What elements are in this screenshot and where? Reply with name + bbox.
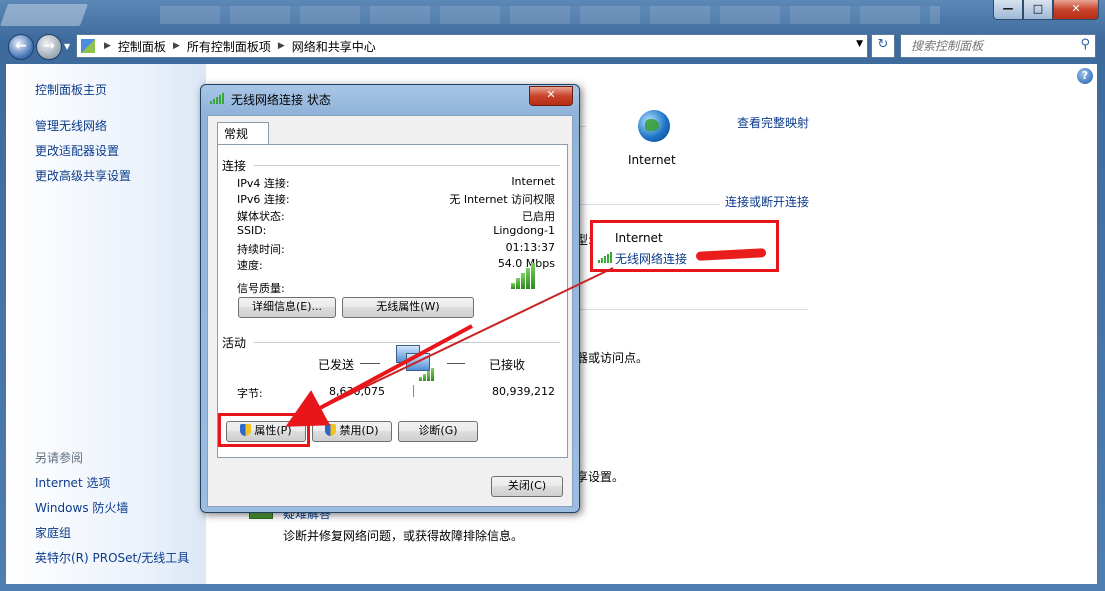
caption-buttons: — □ ✕ bbox=[993, 0, 1099, 20]
setup-router-text: 器或访问点。 bbox=[576, 351, 649, 365]
chevron-right-icon[interactable]: ▶ bbox=[275, 41, 288, 51]
navigation-bar: ← → ▼ ▶ 控制面板 ▶ 所有控制面板项 ▶ 网络和共享中心 ▼ ↻ ⚲ bbox=[0, 32, 1105, 60]
minimize-button[interactable]: — bbox=[993, 0, 1023, 20]
general-tab-panel: 连接 IPv4 连接: Internet IPv6 连接: 无 Internet… bbox=[217, 144, 568, 458]
back-button[interactable]: ← bbox=[8, 34, 34, 60]
tab-general[interactable]: 常规 bbox=[217, 122, 269, 145]
chevron-right-icon[interactable]: ▶ bbox=[170, 41, 183, 51]
internet-globe-icon bbox=[638, 110, 670, 142]
disable-button-label: 禁用(D) bbox=[339, 424, 379, 437]
highlight-box-connection bbox=[590, 220, 779, 272]
bytes-sent-value: 8,630,075 bbox=[329, 385, 385, 398]
control-panel-icon bbox=[81, 39, 95, 53]
media-state-value: 已启用 bbox=[522, 210, 555, 223]
help-icon[interactable]: ? bbox=[1077, 68, 1093, 84]
sent-line bbox=[360, 363, 380, 364]
speed-label: 速度: bbox=[237, 259, 263, 272]
ipv6-value: 无 Internet 访问权限 bbox=[449, 193, 555, 206]
dialog-close-bottom-button[interactable]: 关闭(C) bbox=[491, 476, 563, 497]
breadcrumb-network-center[interactable]: 网络和共享中心 bbox=[288, 38, 380, 55]
bytes-received-value: 80,939,212 bbox=[492, 385, 555, 398]
uac-shield-icon bbox=[325, 424, 337, 436]
maximize-button[interactable]: □ bbox=[1023, 0, 1053, 20]
sidebar-manage-wireless[interactable]: 管理无线网络 bbox=[35, 117, 107, 134]
section-divider bbox=[578, 204, 720, 205]
diagnose-button[interactable]: 诊断(G) bbox=[398, 421, 478, 442]
signal-bar bbox=[511, 283, 515, 289]
activity-divider bbox=[413, 385, 414, 397]
signal-bar bbox=[531, 263, 535, 289]
received-line bbox=[447, 363, 465, 364]
sidebar: 控制面板主页 管理无线网络 更改适配器设置 更改高级共享设置 另请参阅 Inte… bbox=[6, 64, 206, 584]
signal-bar bbox=[521, 273, 525, 289]
title-bar: — □ ✕ bbox=[0, 0, 1105, 30]
received-label: 已接收 bbox=[489, 358, 526, 372]
signal-quality-label: 信号质量: bbox=[237, 282, 285, 295]
disable-button[interactable]: 禁用(D) bbox=[312, 421, 392, 442]
ipv4-value: Internet bbox=[511, 175, 555, 188]
sidebar-internet-options[interactable]: Internet 选项 bbox=[35, 474, 110, 491]
duration-label: 持续时间: bbox=[237, 243, 285, 256]
close-button[interactable]: ✕ bbox=[1053, 0, 1099, 20]
sidebar-proset-tools[interactable]: 英特尔(R) PROSet/无线工具 bbox=[35, 549, 189, 566]
dialog-body: 常规 连接 IPv4 连接: Internet IPv6 连接: 无 Inter… bbox=[207, 115, 573, 507]
group-divider bbox=[254, 165, 560, 166]
blurred-logo bbox=[0, 4, 89, 26]
bytes-label: 字节: bbox=[237, 387, 263, 400]
sidebar-adapter-settings[interactable]: 更改适配器设置 bbox=[35, 142, 119, 159]
internet-label: Internet bbox=[628, 153, 676, 167]
signal-quality-bars bbox=[511, 263, 535, 289]
wireless-properties-button[interactable]: 无线属性(W) bbox=[342, 297, 474, 318]
activity-signal-icon bbox=[419, 367, 434, 381]
address-dropdown-icon[interactable]: ▼ bbox=[856, 39, 863, 49]
chevron-right-icon[interactable]: ▶ bbox=[101, 41, 114, 51]
sharing-options-text: 享设置。 bbox=[576, 470, 625, 484]
group-divider bbox=[254, 342, 560, 343]
connection-group-label: 连接 bbox=[222, 159, 247, 173]
forward-button[interactable]: → bbox=[36, 34, 62, 60]
ipv4-label: IPv4 连接: bbox=[237, 177, 290, 190]
blurred-tab-strip bbox=[160, 6, 940, 24]
sent-label: 已发送 bbox=[318, 358, 355, 372]
breadcrumb-control-panel[interactable]: 控制面板 bbox=[114, 38, 170, 55]
see-also-heading: 另请参阅 bbox=[35, 451, 84, 465]
wifi-signal-icon bbox=[210, 93, 224, 104]
wireless-status-dialog: 无线网络连接 状态 ✕ 常规 连接 IPv4 连接: Internet IPv6… bbox=[200, 84, 580, 513]
signal-bar bbox=[516, 278, 520, 289]
duration-value: 01:13:37 bbox=[505, 241, 555, 254]
search-input[interactable] bbox=[909, 35, 1073, 57]
activity-group-label: 活动 bbox=[222, 336, 247, 350]
sidebar-firewall[interactable]: Windows 防火墙 bbox=[35, 499, 128, 516]
search-icon[interactable]: ⚲ bbox=[1080, 37, 1090, 52]
section-divider bbox=[578, 309, 808, 310]
dialog-close-button[interactable]: ✕ bbox=[529, 86, 573, 106]
sidebar-homegroup[interactable]: 家庭组 bbox=[35, 524, 71, 541]
recent-pages-dropdown-icon[interactable]: ▼ bbox=[64, 42, 70, 51]
details-button[interactable]: 详细信息(E)... bbox=[238, 297, 336, 318]
connect-disconnect-link[interactable]: 连接或断开连接 bbox=[725, 193, 809, 210]
breadcrumb-all-items[interactable]: 所有控制面板项 bbox=[183, 38, 275, 55]
ipv6-label: IPv6 连接: bbox=[237, 193, 290, 206]
dialog-title: 无线网络连接 状态 bbox=[231, 93, 331, 107]
refresh-button[interactable]: ↻ bbox=[871, 34, 895, 58]
sidebar-sharing-settings[interactable]: 更改高级共享设置 bbox=[35, 167, 131, 184]
ssid-value: Lingdong-1 bbox=[493, 224, 555, 237]
signal-bar bbox=[526, 268, 530, 289]
highlight-box-properties bbox=[218, 413, 310, 447]
view-full-map-link[interactable]: 查看完整映射 bbox=[737, 114, 809, 131]
troubleshoot-description: 诊断并修复网络问题，或获得故障排除信息。 bbox=[283, 529, 524, 543]
address-bar[interactable]: ▶ 控制面板 ▶ 所有控制面板项 ▶ 网络和共享中心 ▼ bbox=[76, 34, 868, 58]
search-box[interactable]: ⚲ bbox=[900, 34, 1096, 58]
media-state-label: 媒体状态: bbox=[237, 210, 285, 223]
ssid-label: SSID: bbox=[237, 224, 267, 237]
sidebar-home-link[interactable]: 控制面板主页 bbox=[35, 81, 107, 98]
